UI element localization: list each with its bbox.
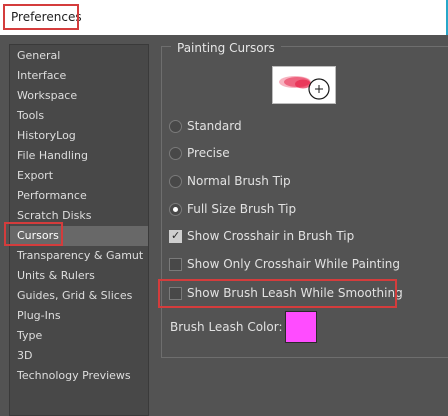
- nav-item-general[interactable]: General: [10, 46, 148, 66]
- full-size-brush-tip-radio[interactable]: [169, 203, 182, 216]
- nav-item-history-log[interactable]: HistoryLog: [10, 126, 148, 146]
- cursors-highlight-box: [4, 222, 63, 246]
- nav-item-export[interactable]: Export: [10, 166, 148, 186]
- nav-item-technology-previews[interactable]: Technology Previews: [10, 366, 148, 386]
- nav-item-workspace[interactable]: Workspace: [10, 86, 148, 106]
- precise-label: Precise: [187, 146, 230, 160]
- standard-label: Standard: [187, 119, 242, 133]
- only-crosshair-checkbox[interactable]: [169, 258, 182, 271]
- title-bar: Preferences: [0, 0, 448, 35]
- standard-radio[interactable]: [169, 120, 182, 133]
- brush-leash-color-swatch[interactable]: [285, 311, 317, 343]
- brush-leash-color-label: Brush Leash Color:: [170, 320, 283, 334]
- nav-item-3d[interactable]: 3D: [10, 346, 148, 366]
- normal-brush-tip-label: Normal Brush Tip: [187, 174, 291, 188]
- precise-radio[interactable]: [169, 147, 182, 160]
- show-crosshair-label: Show Crosshair in Brush Tip: [187, 229, 355, 243]
- nav-item-transparency-gamut[interactable]: Transparency & Gamut: [10, 246, 148, 266]
- leash-highlight-box: [158, 279, 397, 308]
- nav-item-interface[interactable]: Interface: [10, 66, 148, 86]
- brush-preview-icon: [279, 76, 330, 100]
- painting-cursors-title: Painting Cursors: [171, 41, 281, 55]
- nav-item-units-rulers[interactable]: Units & Rulers: [10, 266, 148, 286]
- only-crosshair-label: Show Only Crosshair While Painting: [187, 257, 401, 271]
- nav-item-tools[interactable]: Tools: [10, 106, 148, 126]
- nav-item-performance[interactable]: Performance: [10, 186, 148, 206]
- nav-item-plug-ins[interactable]: Plug-Ins: [10, 306, 148, 326]
- cursor-preview: [272, 66, 336, 104]
- show-crosshair-checkbox[interactable]: [169, 229, 182, 243]
- normal-brush-tip-radio[interactable]: [169, 175, 182, 188]
- nav-item-guides-grid-slices[interactable]: Guides, Grid & Slices: [10, 286, 148, 306]
- nav-item-type[interactable]: Type: [10, 326, 148, 346]
- full-size-brush-tip-label: Full Size Brush Tip: [187, 202, 297, 216]
- title-highlight-box: [3, 4, 79, 30]
- nav-item-file-handling[interactable]: File Handling: [10, 146, 148, 166]
